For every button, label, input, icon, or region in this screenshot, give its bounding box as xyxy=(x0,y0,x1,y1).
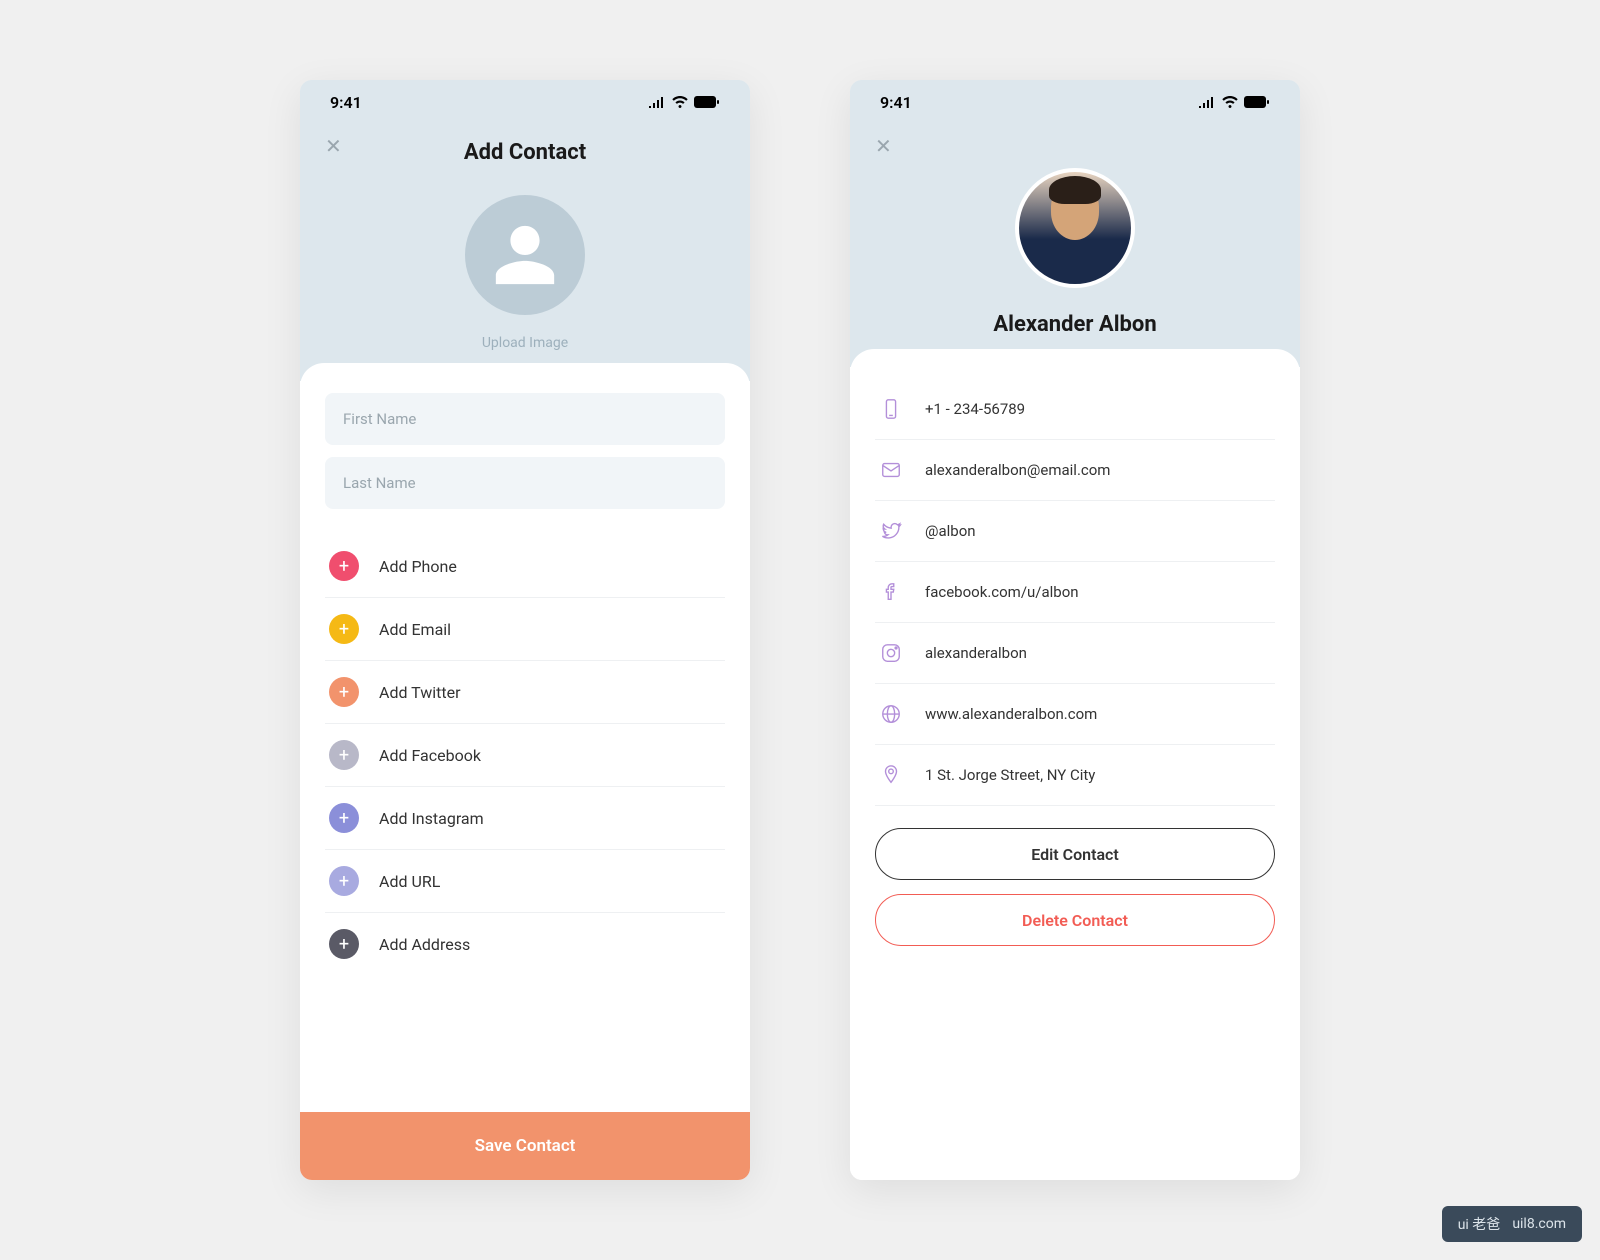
close-icon[interactable]: ✕ xyxy=(325,134,342,158)
status-icons xyxy=(648,96,720,108)
twitter-value: @albon xyxy=(925,522,976,540)
phone-icon xyxy=(879,397,903,421)
signal-icon xyxy=(648,96,666,108)
phone-row[interactable]: +1 - 234-56789 xyxy=(875,379,1275,440)
add-label: Add Email xyxy=(379,620,451,639)
url-value: www.alexanderalbon.com xyxy=(925,705,1097,723)
wifi-icon xyxy=(672,96,688,108)
plus-icon: + xyxy=(329,929,359,959)
detail-list: +1 - 234-56789 alexanderalbon@email.com … xyxy=(875,379,1275,806)
watermark-url: uil8.com xyxy=(1512,1216,1566,1232)
globe-icon xyxy=(879,702,903,726)
twitter-icon xyxy=(879,519,903,543)
contact-name: Alexander Albon xyxy=(993,312,1156,337)
watermark: ui 老爸 uil8.com xyxy=(1442,1206,1582,1242)
facebook-icon xyxy=(879,580,903,604)
url-row[interactable]: www.alexanderalbon.com xyxy=(875,684,1275,745)
add-label: Add Phone xyxy=(379,557,457,576)
phone-value: +1 - 234-56789 xyxy=(925,400,1025,418)
contact-avatar-wrap: Alexander Albon xyxy=(850,168,1300,337)
add-facebook-row[interactable]: + Add Facebook xyxy=(325,724,725,787)
instagram-row[interactable]: alexanderalbon xyxy=(875,623,1275,684)
edit-contact-button[interactable]: Edit Contact xyxy=(875,828,1275,880)
signal-icon xyxy=(1198,96,1216,108)
instagram-icon xyxy=(879,641,903,665)
page-title: Add Contact xyxy=(300,140,750,165)
facebook-value: facebook.com/u/albon xyxy=(925,583,1079,601)
form-content: + Add Phone + Add Email + Add Twitter + Add … xyxy=(300,363,750,1112)
close-row: ✕ xyxy=(850,124,1300,158)
add-label: Add Instagram xyxy=(379,809,484,828)
plus-icon: + xyxy=(329,677,359,707)
person-icon xyxy=(490,220,560,290)
email-icon xyxy=(879,458,903,482)
address-row[interactable]: 1 St. Jorge Street, NY City xyxy=(875,745,1275,806)
add-instagram-row[interactable]: + Add Instagram xyxy=(325,787,725,850)
avatar-placeholder xyxy=(465,195,585,315)
detail-content: +1 - 234-56789 alexanderalbon@email.com … xyxy=(850,349,1300,1180)
wifi-icon xyxy=(1222,96,1238,108)
add-label: Add Twitter xyxy=(379,683,461,702)
plus-icon: + xyxy=(329,551,359,581)
add-label: Add Address xyxy=(379,935,470,954)
location-icon xyxy=(879,763,903,787)
upload-label: Upload Image xyxy=(482,335,568,351)
close-icon[interactable]: ✕ xyxy=(875,134,892,158)
battery-icon xyxy=(694,96,720,108)
watermark-text: ui 老爸 xyxy=(1458,1214,1501,1234)
status-time: 9:41 xyxy=(330,93,362,112)
status-icons xyxy=(1198,96,1270,108)
add-url-row[interactable]: + Add URL xyxy=(325,850,725,913)
email-row[interactable]: alexanderalbon@email.com xyxy=(875,440,1275,501)
delete-contact-button[interactable]: Delete Contact xyxy=(875,894,1275,946)
battery-icon xyxy=(1244,96,1270,108)
add-address-row[interactable]: + Add Address xyxy=(325,913,725,975)
instagram-value: alexanderalbon xyxy=(925,644,1027,662)
contact-detail-screen: 9:41 ✕ Alexander Albon +1 - 234-56789 al… xyxy=(850,80,1300,1180)
address-value: 1 St. Jorge Street, NY City xyxy=(925,766,1095,784)
contact-photo[interactable] xyxy=(1015,168,1135,288)
twitter-row[interactable]: @albon xyxy=(875,501,1275,562)
status-bar: 9:41 xyxy=(300,80,750,124)
header-section: 9:41 ✕ Alexander Albon xyxy=(850,80,1300,367)
avatar-upload[interactable]: Upload Image xyxy=(300,195,750,351)
add-twitter-row[interactable]: + Add Twitter xyxy=(325,661,725,724)
plus-icon: + xyxy=(329,866,359,896)
plus-icon: + xyxy=(329,803,359,833)
plus-icon: + xyxy=(329,740,359,770)
last-name-input[interactable] xyxy=(325,457,725,509)
status-bar: 9:41 xyxy=(850,80,1300,124)
save-contact-button[interactable]: Save Contact xyxy=(300,1112,750,1180)
facebook-row[interactable]: facebook.com/u/albon xyxy=(875,562,1275,623)
add-phone-row[interactable]: + Add Phone xyxy=(325,535,725,598)
plus-icon: + xyxy=(329,614,359,644)
first-name-input[interactable] xyxy=(325,393,725,445)
add-label: Add URL xyxy=(379,872,440,891)
action-buttons: Edit Contact Delete Contact xyxy=(875,828,1275,976)
status-time: 9:41 xyxy=(880,93,912,112)
header-section: 9:41 ✕ Add Contact Upload Image xyxy=(300,80,750,381)
email-value: alexanderalbon@email.com xyxy=(925,461,1110,479)
add-list: + Add Phone + Add Email + Add Twitter + Add … xyxy=(325,535,725,975)
add-email-row[interactable]: + Add Email xyxy=(325,598,725,661)
add-label: Add Facebook xyxy=(379,746,481,765)
add-contact-screen: 9:41 ✕ Add Contact Upload Image + Add Pho… xyxy=(300,80,750,1180)
